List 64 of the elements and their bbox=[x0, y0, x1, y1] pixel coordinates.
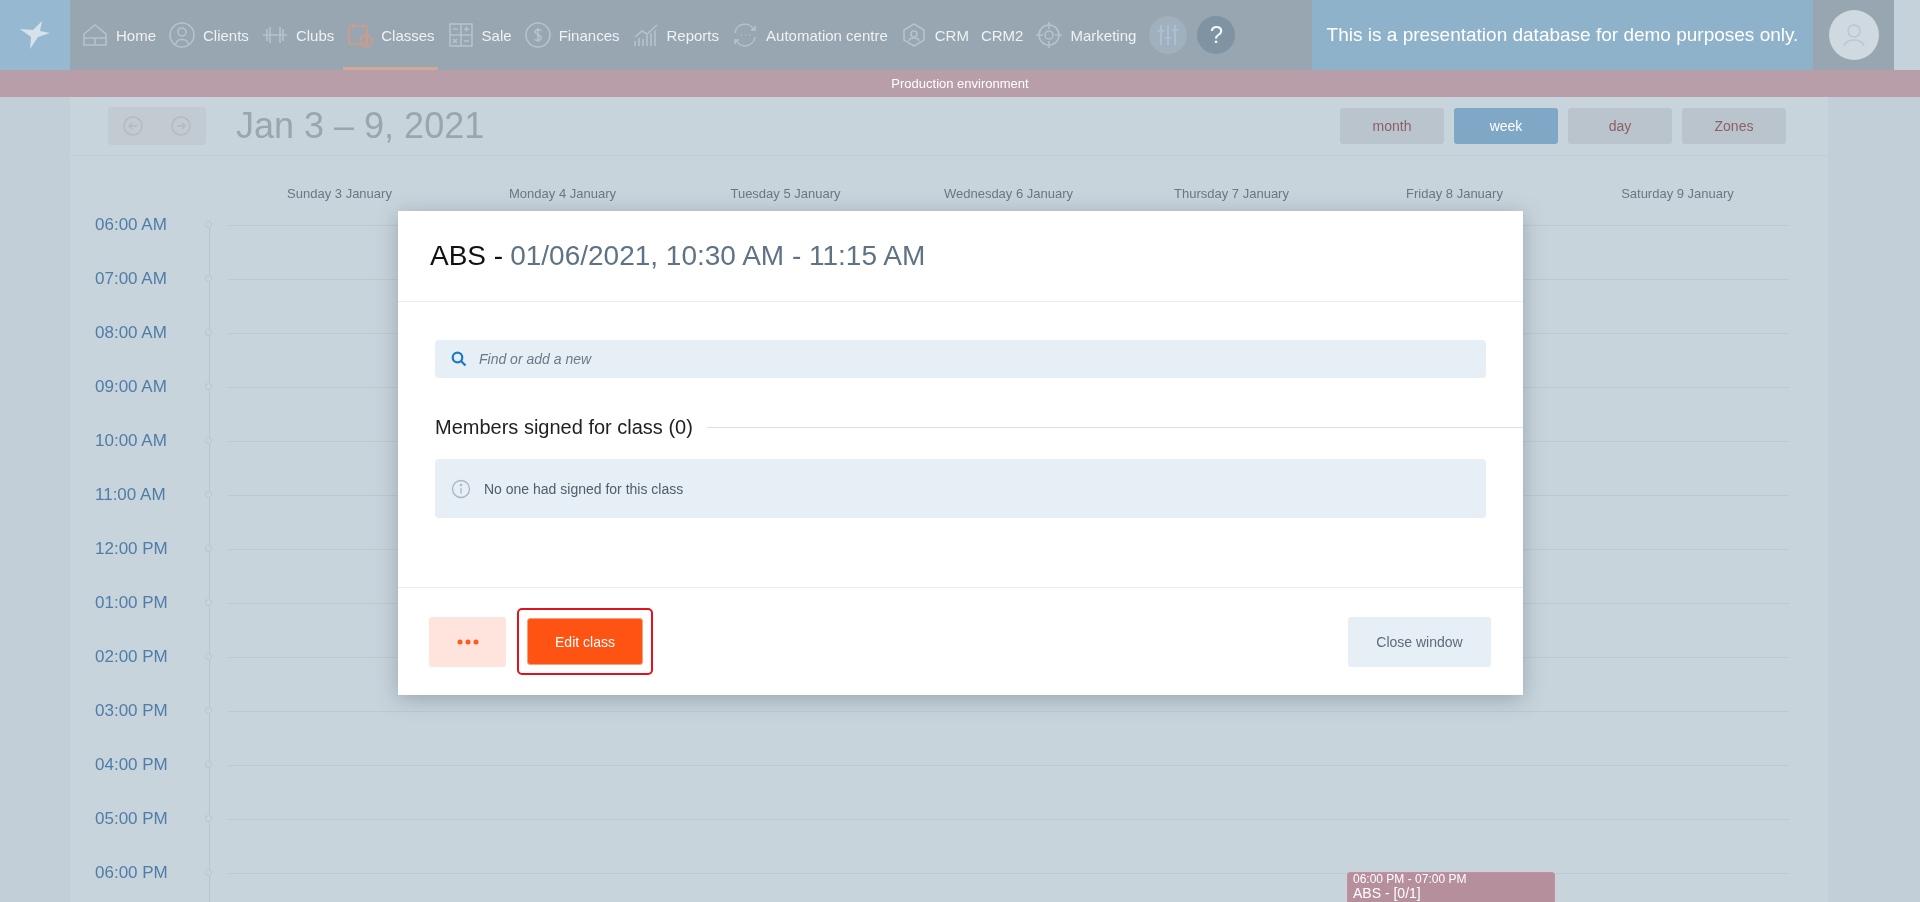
close-window-button[interactable]: Close window bbox=[1348, 616, 1491, 667]
sliders-icon bbox=[1156, 23, 1181, 47]
class-time: 01/06/2021, 10:30 AM - 11:15 AM bbox=[510, 240, 926, 272]
time-label: 09:00 AM bbox=[95, 377, 167, 397]
demo-banner: This is a presentation database for demo purposes only. bbox=[1312, 0, 1813, 70]
info-text: No one had signed for this class bbox=[484, 480, 684, 497]
day-header: Saturday 9 January bbox=[1620, 185, 1735, 203]
side-strip bbox=[1894, 0, 1920, 70]
target-icon bbox=[1035, 21, 1064, 49]
time-label: 07:00 AM bbox=[95, 269, 167, 289]
time-label: 02:00 PM bbox=[95, 647, 168, 667]
search-field[interactable]: Find or add a new bbox=[435, 340, 1486, 378]
event-title: ABS - [0/1] bbox=[1353, 886, 1422, 902]
nav-item[interactable]: Sale bbox=[443, 0, 515, 70]
view-tab[interactable]: Zones bbox=[1682, 108, 1786, 144]
day-header: Wednesday 6 January bbox=[942, 185, 1075, 203]
time-label: 01:00 PM bbox=[95, 593, 168, 613]
person-icon bbox=[168, 21, 196, 49]
chart-icon bbox=[631, 21, 660, 49]
time-label: 10:00 AM bbox=[95, 431, 167, 451]
nav-item[interactable]: CRM bbox=[896, 0, 972, 70]
class-name: ABS - bbox=[430, 240, 504, 272]
avatar[interactable] bbox=[1828, 10, 1879, 60]
time-label: 06:00 AM bbox=[95, 215, 167, 235]
nav-item[interactable]: Clubs bbox=[257, 0, 338, 70]
day-header: Monday 4 January bbox=[508, 185, 617, 203]
day-header: Tuesday 5 January bbox=[729, 185, 842, 203]
nav-item[interactable]: Reports bbox=[628, 0, 723, 70]
time-label: 05:00 PM bbox=[95, 809, 168, 829]
time-label: 08:00 AM bbox=[95, 323, 167, 343]
time-label: 04:00 PM bbox=[95, 755, 168, 775]
search-icon bbox=[451, 351, 467, 367]
nav-item[interactable]: Clients bbox=[165, 0, 252, 70]
nav-item[interactable]: Marketing bbox=[1032, 0, 1140, 70]
event-time: 06:00 PM - 07:00 PM bbox=[1353, 873, 1468, 887]
dots-icon bbox=[456, 638, 479, 645]
day-header: Thursday 7 January bbox=[1173, 185, 1290, 203]
nav-item[interactable]: Automation centre bbox=[728, 0, 891, 70]
dollar-icon bbox=[523, 21, 552, 49]
home-icon bbox=[81, 21, 109, 49]
time-label: 03:00 PM bbox=[95, 701, 168, 721]
nav-item[interactable]: Home bbox=[78, 0, 159, 70]
day-header: Friday 8 January bbox=[1405, 185, 1504, 203]
environment-bar: Production environment bbox=[0, 70, 1920, 97]
nav-item[interactable]: Finances bbox=[520, 0, 623, 70]
info-icon bbox=[451, 478, 471, 499]
star-logo-icon bbox=[18, 19, 52, 51]
day-header: Sunday 3 January bbox=[286, 185, 393, 203]
view-tab[interactable]: week bbox=[1454, 108, 1558, 144]
view-tab[interactable]: day bbox=[1568, 108, 1672, 144]
time-label: 11:00 AM bbox=[95, 485, 166, 505]
help-button[interactable]: ? bbox=[1197, 16, 1236, 54]
settings-button[interactable] bbox=[1149, 16, 1188, 54]
logo-tile[interactable] bbox=[0, 0, 70, 70]
time-label: 06:00 PM bbox=[95, 863, 168, 883]
nav-item[interactable]: CRM2 bbox=[977, 0, 1027, 70]
class-event[interactable]: 06:00 PM - 07:00 PM ABS - [0/1] bbox=[1347, 872, 1555, 902]
view-tab[interactable]: month bbox=[1340, 108, 1444, 144]
edit-class-button[interactable]: Edit class bbox=[527, 618, 643, 665]
calendar-icon bbox=[346, 21, 375, 49]
more-button[interactable] bbox=[429, 616, 506, 667]
section-title: Members signed for class (0) bbox=[435, 416, 694, 439]
time-label: 12:00 PM bbox=[95, 539, 168, 559]
calculator-icon bbox=[446, 21, 475, 49]
